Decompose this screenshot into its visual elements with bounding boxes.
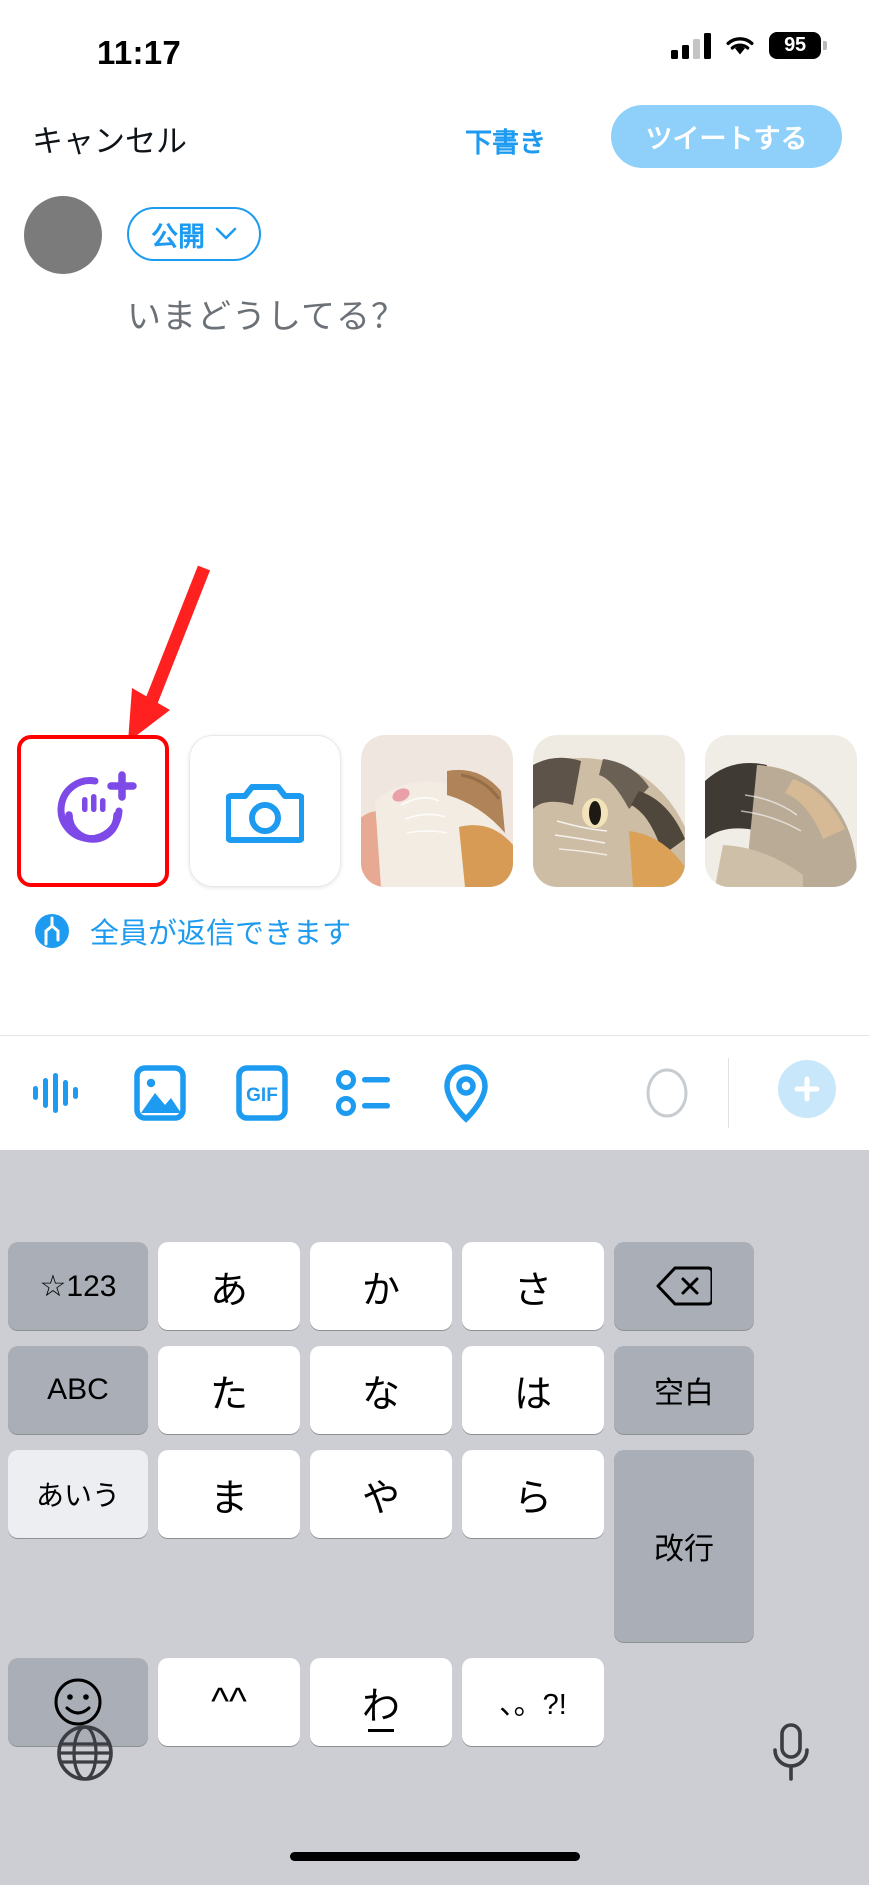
key-ha[interactable]: は — [462, 1346, 604, 1434]
location-pin-icon — [444, 1064, 488, 1123]
photo-thumbnail-2[interactable] — [533, 735, 685, 887]
keyboard-rows: ☆123 あ か さ ABC た な は 空白 あいう ま や ら 改行 ^^ … — [0, 1242, 869, 1746]
status-bar: 11:17 95 — [0, 0, 869, 96]
globe-icon — [35, 914, 69, 948]
camera-icon — [226, 784, 304, 843]
image-icon — [134, 1065, 186, 1121]
poll-list-icon — [336, 1070, 390, 1116]
memoji-plus-icon — [57, 771, 137, 843]
key-return[interactable]: 改行 — [614, 1450, 754, 1642]
tweet-compose-screen: 11:17 95 キャンセル 下書き ツイートする 公開 いまどうしてる？ 全員… — [0, 0, 869, 1885]
home-indicator — [289, 1852, 580, 1861]
plus-icon — [794, 1076, 820, 1102]
audio-button[interactable] — [20, 1055, 96, 1131]
compose-toolbar: GIF — [0, 1036, 869, 1150]
gif-icon: GIF — [236, 1065, 288, 1121]
key-ka[interactable]: か — [310, 1242, 452, 1330]
waveform-icon — [33, 1073, 78, 1113]
photo-thumbnail-3[interactable] — [705, 735, 857, 887]
key-abc[interactable]: ABC — [8, 1346, 148, 1434]
annotation-arrow-icon — [128, 565, 211, 742]
reply-permission-row[interactable]: 全員が返信できます — [0, 887, 869, 975]
cancel-button[interactable]: キャンセル — [32, 116, 187, 161]
key-ra[interactable]: ら — [462, 1450, 604, 1538]
key-na[interactable]: な — [310, 1346, 452, 1434]
reply-permission-label: 全員が返信できます — [90, 918, 352, 950]
gif-button[interactable]: GIF — [224, 1055, 300, 1131]
keyboard-row-2: ABC た な は 空白 — [0, 1346, 869, 1434]
key-sa[interactable]: さ — [462, 1242, 604, 1330]
key-ma[interactable]: ま — [158, 1450, 300, 1538]
media-button[interactable] — [122, 1055, 198, 1131]
media-tray — [0, 735, 869, 887]
audience-selector-button[interactable]: 公開 — [127, 207, 261, 261]
memoji-sticker-button[interactable] — [17, 735, 169, 887]
draft-button[interactable]: 下書き — [465, 121, 546, 160]
tweet-text-input[interactable]: いまどうしてる？ — [127, 289, 406, 338]
key-a[interactable]: あ — [158, 1242, 300, 1330]
key-space[interactable]: 空白 — [614, 1346, 754, 1434]
key-ta[interactable]: た — [158, 1346, 300, 1434]
keyboard-row-1: ☆123 あ か さ — [0, 1242, 869, 1330]
character-counter — [646, 1068, 688, 1118]
photo-thumbnail-1[interactable] — [361, 735, 513, 887]
camera-button[interactable] — [189, 735, 341, 887]
audience-label: 公開 — [151, 221, 205, 252]
tweet-button-label: ツイートする — [645, 124, 808, 154]
nav-bar: キャンセル 下書き ツイートする — [0, 96, 869, 186]
globe-keyboard-icon[interactable] — [56, 1724, 114, 1782]
poll-button[interactable] — [326, 1055, 402, 1131]
toolbar-separator — [728, 1058, 729, 1128]
japanese-keyboard: ☆123 あ か さ ABC た な は 空白 あいう ま や ら 改行 ^^ … — [0, 1150, 869, 1885]
key-aiu[interactable]: あいう — [8, 1450, 148, 1538]
status-indicators: 95 — [671, 32, 827, 59]
keyboard-bottom-bar — [0, 1705, 869, 1801]
status-time: 11:17 — [97, 34, 182, 71]
battery-icon: 95 — [769, 32, 827, 59]
avatar[interactable] — [24, 196, 102, 274]
key-numbers[interactable]: ☆123 — [8, 1242, 148, 1330]
add-tweet-button[interactable] — [778, 1060, 836, 1118]
chevron-down-icon — [215, 227, 237, 240]
battery-level: 95 — [784, 34, 806, 56]
keyboard-row-3: あいう ま や ら 改行 — [0, 1450, 869, 1642]
microphone-icon[interactable] — [769, 1722, 813, 1784]
location-button[interactable] — [428, 1055, 504, 1131]
wifi-icon — [726, 36, 754, 54]
key-backspace[interactable] — [614, 1242, 754, 1330]
backspace-icon — [656, 1266, 712, 1306]
key-ya[interactable]: や — [310, 1450, 452, 1538]
signal-bars-icon — [671, 32, 711, 59]
svg-text:GIF: GIF — [246, 1085, 278, 1106]
tweet-button[interactable]: ツイートする — [611, 105, 842, 168]
